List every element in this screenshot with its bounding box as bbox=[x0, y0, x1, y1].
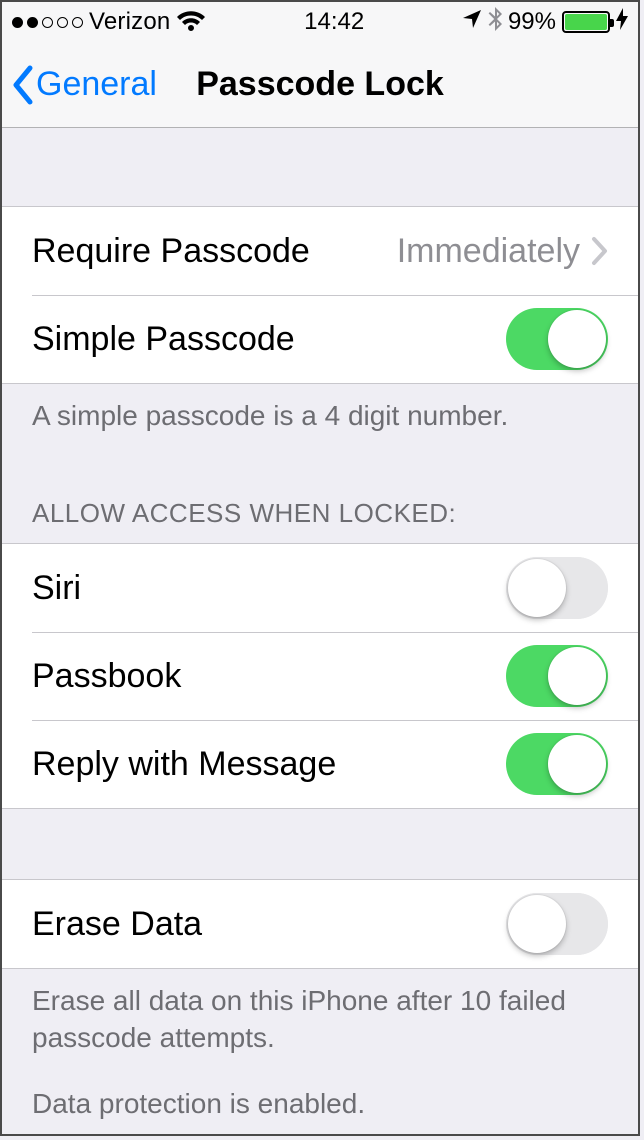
allow-access-header: ALLOW ACCESS WHEN LOCKED: bbox=[2, 448, 638, 543]
status-left: Verizon bbox=[12, 8, 206, 36]
reply-toggle[interactable] bbox=[506, 733, 608, 795]
simple-passcode-toggle[interactable] bbox=[506, 308, 608, 370]
row-siri: Siri bbox=[2, 544, 638, 632]
location-icon bbox=[462, 9, 482, 35]
simple-passcode-label: Simple Passcode bbox=[32, 320, 506, 359]
require-passcode-label: Require Passcode bbox=[32, 232, 397, 271]
back-button[interactable]: General bbox=[2, 64, 157, 106]
data-protection-note: Data protection is enabled. bbox=[32, 1086, 608, 1122]
signal-dots-icon bbox=[12, 17, 83, 28]
nav-bar: General Passcode Lock bbox=[2, 42, 638, 128]
wifi-icon bbox=[176, 11, 206, 33]
siri-label: Siri bbox=[32, 569, 506, 608]
list-allow-access: Siri Passbook Reply with Message bbox=[2, 543, 638, 809]
require-passcode-value: Immediately bbox=[397, 232, 580, 271]
battery-percent: 99% bbox=[508, 8, 556, 36]
status-right: 99% bbox=[462, 7, 628, 38]
row-erase-data: Erase Data bbox=[2, 880, 638, 968]
list-erase-data: Erase Data bbox=[2, 879, 638, 969]
chevron-right-icon bbox=[590, 236, 608, 266]
erase-data-toggle[interactable] bbox=[506, 893, 608, 955]
carrier-label: Verizon bbox=[89, 8, 170, 36]
simple-passcode-footer: A simple passcode is a 4 digit number. bbox=[2, 384, 638, 448]
row-require-passcode[interactable]: Require Passcode Immediately bbox=[2, 207, 638, 295]
erase-hint: Erase all data on this iPhone after 10 f… bbox=[32, 983, 608, 1056]
status-time: 14:42 bbox=[304, 8, 364, 36]
row-reply-with-message: Reply with Message bbox=[2, 720, 638, 808]
back-label: General bbox=[36, 65, 157, 104]
row-simple-passcode: Simple Passcode bbox=[2, 295, 638, 383]
status-bar: Verizon 14:42 99% bbox=[2, 2, 638, 42]
erase-data-footer: Erase all data on this iPhone after 10 f… bbox=[2, 969, 638, 1136]
list-passcode-settings: Require Passcode Immediately Simple Pass… bbox=[2, 206, 638, 384]
siri-toggle[interactable] bbox=[506, 557, 608, 619]
row-passbook: Passbook bbox=[2, 632, 638, 720]
erase-data-label: Erase Data bbox=[32, 905, 506, 944]
reply-label: Reply with Message bbox=[32, 745, 506, 784]
chevron-left-icon bbox=[8, 64, 36, 106]
charging-icon bbox=[616, 8, 628, 36]
bluetooth-icon bbox=[488, 7, 502, 38]
passbook-toggle[interactable] bbox=[506, 645, 608, 707]
passbook-label: Passbook bbox=[32, 657, 506, 696]
battery-icon bbox=[562, 11, 610, 33]
